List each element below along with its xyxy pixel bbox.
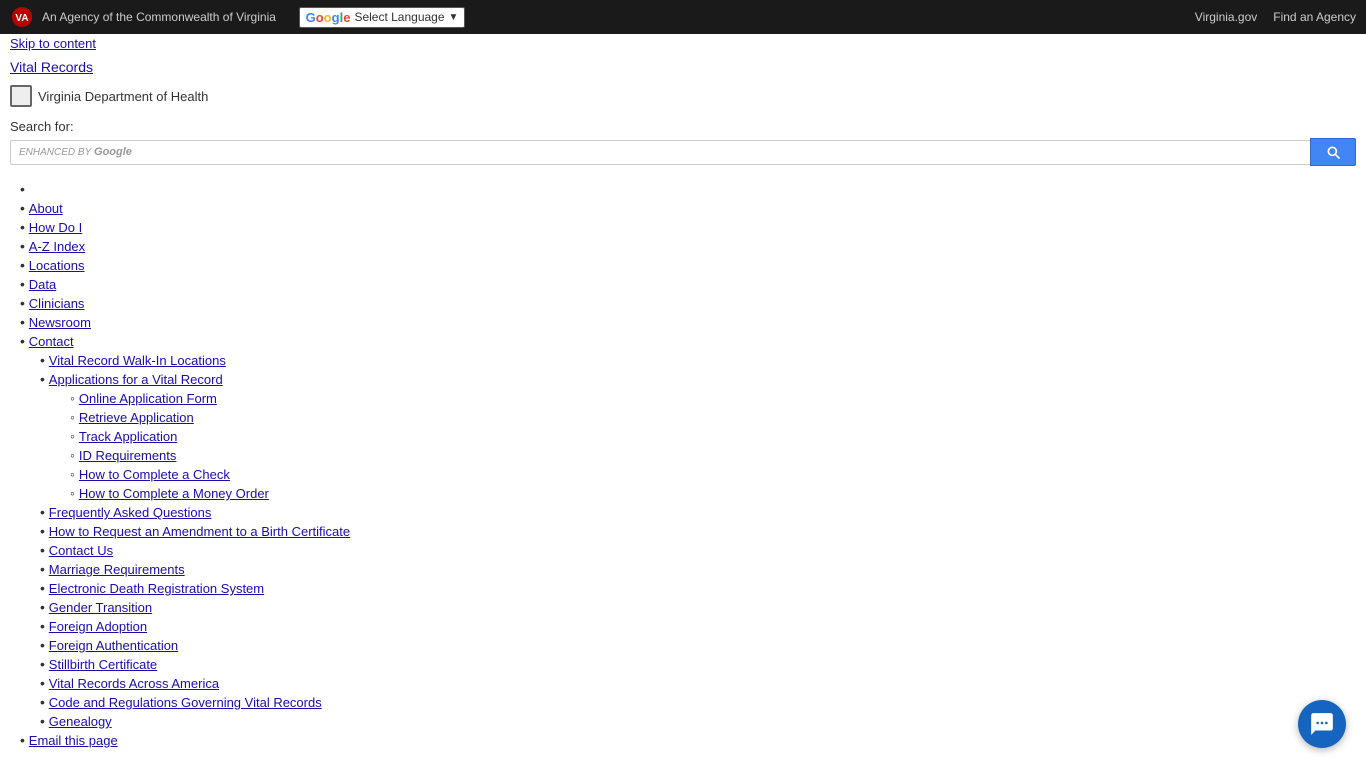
clinicians-link[interactable]: Clinicians [29,296,85,311]
nav-item-clinicians: Clinicians [20,295,1356,311]
nav-item-empty [20,181,1356,197]
how-to-complete-check-link[interactable]: How to Complete a Check [79,467,230,482]
faq-link[interactable]: Frequently Asked Questions [49,505,212,520]
vital-records-across-america-link[interactable]: Vital Records Across America [49,676,219,691]
howdoi-link[interactable]: How Do I [29,220,82,235]
header: Virginia Department of Health [0,81,1366,115]
vital-records-link[interactable]: Vital Records [0,53,1366,81]
genealogy-link[interactable]: Genealogy [49,714,112,729]
data-link[interactable]: Data [29,277,56,292]
submenu-item-applications: Applications for a Vital Record Online A… [40,371,1356,501]
submenu-item-money-order: How to Complete a Money Order [70,485,1356,501]
submenu-item-online-form: Online Application Form [70,390,1356,406]
vital-record-walkin-link[interactable]: Vital Record Walk-In Locations [49,353,226,368]
submenu-item-retrieve: Retrieve Application [70,409,1356,425]
search-area: Search for: ENHANCED BY Google [0,115,1366,174]
search-label: Search for: [10,119,1356,134]
submenu-item-stillbirth: Stillbirth Certificate [40,656,1356,672]
submenu-item-vra: Vital Records Across America [40,675,1356,691]
find-agency-link[interactable]: Find an Agency [1273,10,1356,24]
submenu-item-foreign-auth: Foreign Authentication [40,637,1356,653]
foreign-authentication-link[interactable]: Foreign Authentication [49,638,178,653]
submenu-item-gender: Gender Transition [40,599,1356,615]
svg-text:VA: VA [15,13,28,24]
submenu-item-amendment: How to Request an Amendment to a Birth C… [40,523,1356,539]
gender-transition-link[interactable]: Gender Transition [49,600,152,615]
vdh-logo: Virginia Department of Health [10,85,208,107]
locations-link[interactable]: Locations [29,258,85,273]
nav-item-locations: Locations [20,257,1356,273]
agency-text: An Agency of the Commonwealth of Virgini… [42,10,276,24]
foreign-adoption-link[interactable]: Foreign Adoption [49,619,147,634]
submenu-item-foreign-adoption: Foreign Adoption [40,618,1356,634]
header-logo: Virginia Department of Health [10,85,208,107]
top-bar: VA An Agency of the Commonwealth of Virg… [0,0,1366,34]
submenu-level1: Vital Record Walk-In Locations Applicati… [10,352,1356,596]
submenu-item-walkin: Vital Record Walk-In Locations [40,352,1356,368]
search-row: ENHANCED BY Google [10,138,1356,166]
search-input-wrap: ENHANCED BY Google [10,140,1310,165]
contact-us-link[interactable]: Contact Us [49,543,113,558]
google-g-icon: Google [306,10,351,25]
top-bar-right: Virginia.gov Find an Agency [1195,10,1356,24]
submenu-item-contact-us: Contact Us [40,542,1356,558]
electronic-death-registration-link[interactable]: Electronic Death Registration System [49,581,264,596]
track-application-link[interactable]: Track Application [79,429,178,444]
virginia-gov-link[interactable]: Virginia.gov [1195,10,1257,24]
google-translate-widget[interactable]: Google Select Language ▼ [299,7,466,28]
chat-icon [1309,711,1335,737]
retrieve-application-link[interactable]: Retrieve Application [79,410,194,425]
search-input[interactable] [138,145,1302,160]
how-to-complete-money-order-link[interactable]: How to Complete a Money Order [79,486,269,501]
submenu-level2-applications: Online Application Form Retrieve Applica… [40,390,1356,501]
code-regulations-link[interactable]: Code and Regulations Governing Vital Rec… [49,695,322,710]
email-this-page-link[interactable]: Email this page [29,733,118,748]
email-page-list: Email this page [10,732,1356,748]
email-page-item: Email this page [20,732,1356,748]
submenu-item-complete-check: How to Complete a Check [70,466,1356,482]
nav-item-about: About [20,200,1356,216]
enhanced-by-label: ENHANCED BY Google [19,146,132,158]
top-bar-left: VA An Agency of the Commonwealth of Virg… [10,5,465,29]
submenu-item-code-regs: Code and Regulations Governing Vital Rec… [40,694,1356,710]
contact-link[interactable]: Contact [29,334,74,349]
submenu-item-edrs: Electronic Death Registration System [40,580,1356,596]
search-button[interactable] [1310,138,1356,166]
select-language-label: Select Language [354,10,444,24]
azindex-link[interactable]: A-Z Index [29,239,85,254]
marriage-requirements-link[interactable]: Marriage Requirements [49,562,185,577]
nav-item-howdoi: How Do I [20,219,1356,235]
main-nav-list: About How Do I A-Z Index Locations Data … [10,181,1356,349]
id-requirements-link[interactable]: ID Requirements [79,448,177,463]
navigation: About How Do I A-Z Index Locations Data … [0,174,1366,755]
newsroom-link[interactable]: Newsroom [29,315,91,330]
submenu-item-genealogy: Genealogy [40,713,1356,729]
nav-item-azindex: A-Z Index [20,238,1356,254]
submenu-item-faq: Frequently Asked Questions [40,504,1356,520]
about-link[interactable]: About [29,201,63,216]
logo-text: Virginia Department of Health [38,89,208,104]
online-application-form-link[interactable]: Online Application Form [79,391,217,406]
commonwealth-logo: VA [10,5,34,29]
submenu-item-marriage: Marriage Requirements [40,561,1356,577]
submenu-item-id-req: ID Requirements [70,447,1356,463]
submenu-level1b: Gender Transition Foreign Adoption Forei… [10,599,1356,729]
nav-item-contact: Contact [20,333,1356,349]
submenu-item-track: Track Application [70,428,1356,444]
applications-vital-record-link[interactable]: Applications for a Vital Record [49,372,223,387]
stillbirth-certificate-link[interactable]: Stillbirth Certificate [49,657,157,672]
nav-item-data: Data [20,276,1356,292]
skip-to-content-link[interactable]: Skip to content [0,34,1366,53]
chat-widget[interactable] [1298,700,1346,748]
chevron-down-icon: ▼ [449,12,459,23]
search-icon [1325,144,1341,160]
amendment-birth-cert-link[interactable]: How to Request an Amendment to a Birth C… [49,524,350,539]
nav-item-newsroom: Newsroom [20,314,1356,330]
